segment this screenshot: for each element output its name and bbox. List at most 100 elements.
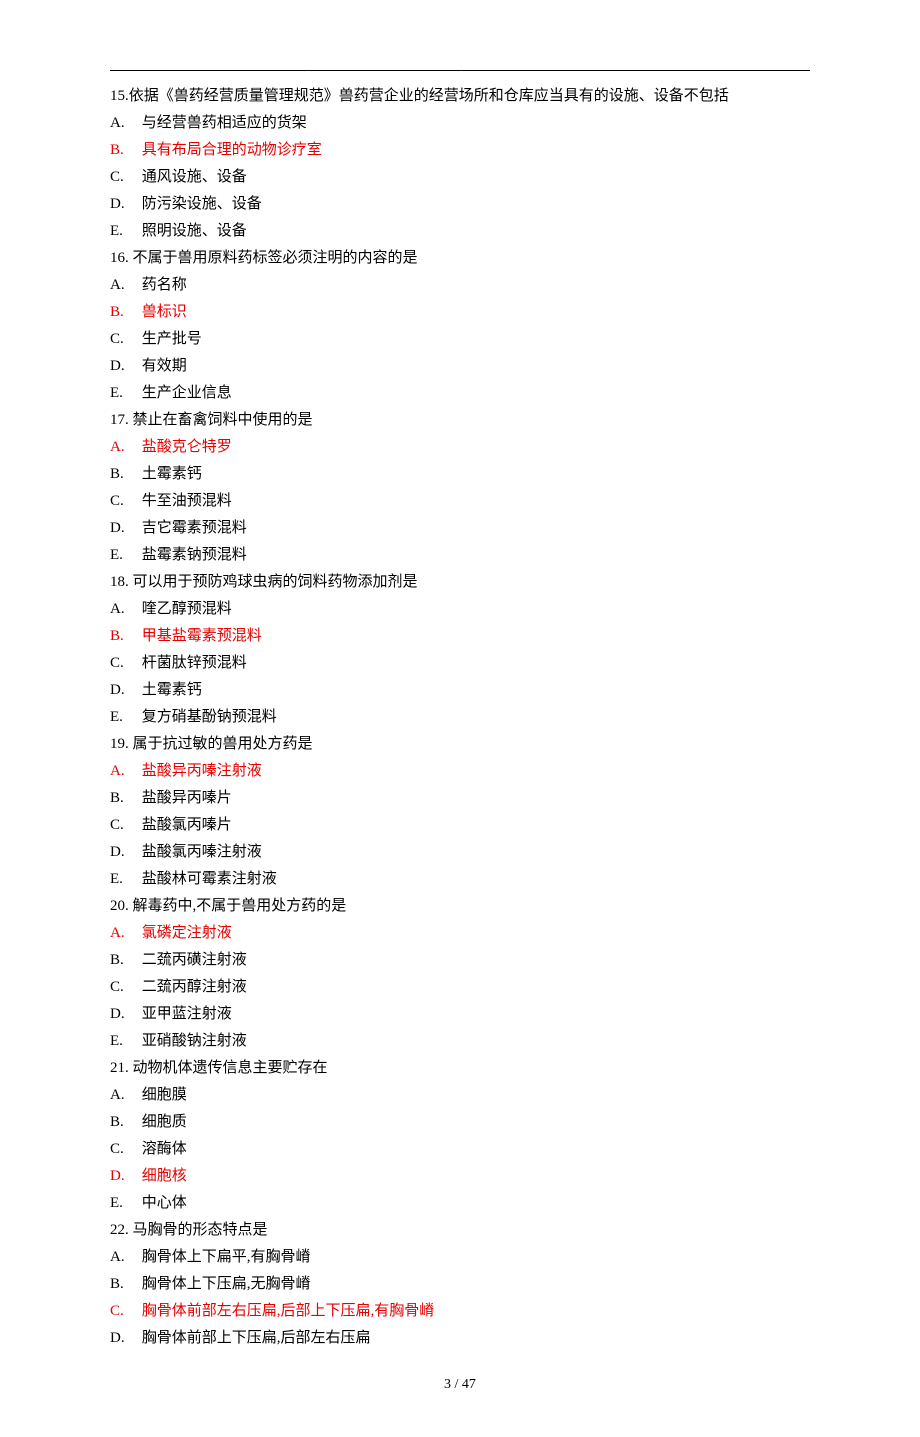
question-block: 17. 禁止在畜禽饲料中使用的是A. 盐酸克仑特罗B. 土霉素钙C. 牛至油预混… [110,407,810,569]
option: A. 胸骨体上下扁平,有胸骨嵴 [110,1244,810,1271]
option-text: 与经营兽药相适应的货架 [138,115,307,131]
option-label: C. [110,974,138,1001]
option-label: D. [110,1001,138,1028]
question-text: 16. 不属于兽用原料药标签必须注明的内容的是 [110,245,810,272]
option: D. 土霉素钙 [110,677,810,704]
dot-right: . [460,63,613,74]
option: B. 兽标识 [110,299,810,326]
option-text: 氯磷定注射液 [138,925,232,941]
option: D. 盐酸氯丙嗪注射液 [110,839,810,866]
option: E. 照明设施、设备 [110,218,810,245]
option-label: C. [110,1136,138,1163]
option-label: D. [110,677,138,704]
option-label: C. [110,650,138,677]
option-text: 吉它霉素预混料 [138,520,247,536]
document-content: 15.依据《兽药经营质量管理规范》兽药营企业的经营场所和仓库应当具有的设施、设备… [110,83,810,1352]
option-text: 盐酸异丙嗪注射液 [138,763,262,779]
option-text: 照明设施、设备 [138,223,247,239]
option-text: 盐酸氯丙嗪片 [138,817,232,833]
option-label: D. [110,515,138,542]
option: E. 生产企业信息 [110,380,810,407]
option-text: 亚甲蓝注射液 [138,1006,232,1022]
option-label: B. [110,947,138,974]
option: E. 盐酸林可霉素注射液 [110,866,810,893]
option-text: 细胞核 [138,1168,187,1184]
option-label: E. [110,704,138,731]
option: B. 胸骨体上下压扁,无胸骨嵴 [110,1271,810,1298]
option: E. 复方硝基酚钠预混料 [110,704,810,731]
option-label: E. [110,1190,138,1217]
option-label: B. [110,461,138,488]
option: E. 亚硝酸钠注射液 [110,1028,810,1055]
option-text: 胸骨体上下压扁,无胸骨嵴 [138,1276,311,1292]
option: C. 二巯丙醇注射液 [110,974,810,1001]
page-number: 3 / 47 [444,1377,476,1392]
option-text: 生产企业信息 [138,385,232,401]
option: B. 盐酸异丙嗪片 [110,785,810,812]
option: D. 防污染设施、设备 [110,191,810,218]
option-label: E. [110,1028,138,1055]
option-label: C. [110,488,138,515]
option: C. 溶酶体 [110,1136,810,1163]
option-text: 生产批号 [138,331,202,347]
question-text: 21. 动物机体遗传信息主要贮存在 [110,1055,810,1082]
option: E. 盐霉素钠预混料 [110,542,810,569]
option: A. 盐酸异丙嗪注射液 [110,758,810,785]
option-text: 中心体 [138,1195,187,1211]
option: A. 盐酸克仑特罗 [110,434,810,461]
option-label: C. [110,326,138,353]
option: A. 喹乙醇预混料 [110,596,810,623]
option: B. 土霉素钙 [110,461,810,488]
option-label: B. [110,299,138,326]
option-text: 兽标识 [138,304,187,320]
option-label: A. [110,920,138,947]
option-label: B. [110,623,138,650]
option-label: D. [110,353,138,380]
option-text: 二巯丙磺注射液 [138,952,247,968]
option: C. 胸骨体前部左右压扁,后部上下压扁,有胸骨嵴 [110,1298,810,1325]
option: D. 吉它霉素预混料 [110,515,810,542]
option-label: A. [110,758,138,785]
page-footer: 3 / 47 [110,1372,810,1397]
option: C. 杆菌肽锌预混料 [110,650,810,677]
option-label: A. [110,596,138,623]
option-text: 喹乙醇预混料 [138,601,232,617]
option-text: 甲基盐霉素预混料 [138,628,262,644]
option-text: 胸骨体上下扁平,有胸骨嵴 [138,1249,311,1265]
option-text: 复方硝基酚钠预混料 [138,709,277,725]
option-label: A. [110,1244,138,1271]
option: A. 药名称 [110,272,810,299]
option-text: 盐酸氯丙嗪注射液 [138,844,262,860]
option-text: 防污染设施、设备 [138,196,262,212]
option-text: 盐酸克仑特罗 [138,439,232,455]
option: C. 盐酸氯丙嗪片 [110,812,810,839]
option-label: D. [110,839,138,866]
option-text: 二巯丙醇注射液 [138,979,247,995]
option-label: B. [110,785,138,812]
option-label: D. [110,1325,138,1352]
option-text: 通风设施、设备 [138,169,247,185]
dot-left: . [308,63,461,74]
option-label: E. [110,218,138,245]
option-label: E. [110,866,138,893]
option-label: D. [110,191,138,218]
question-text: 17. 禁止在畜禽饲料中使用的是 [110,407,810,434]
option-label: E. [110,380,138,407]
option-text: 土霉素钙 [138,682,202,698]
option-text: 细胞质 [138,1114,187,1130]
option-label: B. [110,1109,138,1136]
option-text: 细胞膜 [138,1087,187,1103]
question-block: 15.依据《兽药经营质量管理规范》兽药营企业的经营场所和仓库应当具有的设施、设备… [110,83,810,245]
option-text: 有效期 [138,358,187,374]
option-label: A. [110,272,138,299]
option-label: A. [110,110,138,137]
question-text: 15.依据《兽药经营质量管理规范》兽药营企业的经营场所和仓库应当具有的设施、设备… [110,83,810,110]
option: A. 与经营兽药相适应的货架 [110,110,810,137]
option-label: D. [110,1163,138,1190]
option: A. 细胞膜 [110,1082,810,1109]
option-text: 牛至油预混料 [138,493,232,509]
option-text: 药名称 [138,277,187,293]
option-label: B. [110,137,138,164]
option: D. 有效期 [110,353,810,380]
question-block: 19. 属于抗过敏的兽用处方药是A. 盐酸异丙嗪注射液B. 盐酸异丙嗪片C. 盐… [110,731,810,893]
